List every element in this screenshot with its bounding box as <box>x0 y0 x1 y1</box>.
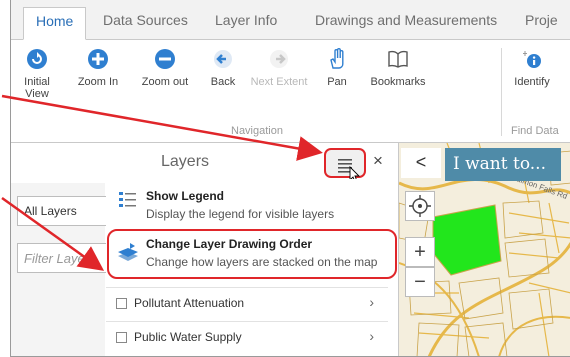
close-panel-button[interactable]: × <box>373 151 383 171</box>
zoom-out-button[interactable]: Zoom out <box>135 48 195 88</box>
bookmarks-button[interactable]: Bookmarks <box>367 48 429 88</box>
panel-title: Layers <box>161 153 210 170</box>
show-legend-menu-item[interactable]: Show Legend Display the legend for visib… <box>106 185 388 233</box>
ribbon-tab-bar: Home Data Sources Layer Info Drawings an… <box>11 0 570 40</box>
book-icon <box>388 50 408 68</box>
legend-icon <box>119 192 136 207</box>
zoom-out-label: Zoom out <box>141 76 189 88</box>
hand-icon <box>330 48 344 69</box>
tab-data-sources[interactable]: Data Sources <box>103 7 188 40</box>
layer-checkbox[interactable] <box>116 298 127 309</box>
app-window: Home Data Sources Layer Info Drawings an… <box>10 0 570 357</box>
i-want-to-button[interactable]: I want to... <box>445 148 561 181</box>
back-label: Back <box>210 76 236 88</box>
arrow-left-icon <box>214 50 232 68</box>
next-extent-button[interactable]: Next Extent <box>247 48 311 88</box>
tab-home[interactable]: Home <box>23 7 87 40</box>
plus-circle-icon <box>88 49 108 69</box>
navigation-group-label: Navigation <box>231 125 283 137</box>
info-icon <box>523 51 541 68</box>
show-legend-description: Display the legend for visible layers <box>146 207 335 221</box>
layer-label: Public Water Supply <box>134 330 242 344</box>
crosshair-icon <box>409 195 431 217</box>
filter-layers-input[interactable]: Filter Layers <box>17 243 113 273</box>
chevron-right-icon[interactable]: › <box>369 328 374 344</box>
map-zoom-out-button[interactable]: − <box>405 267 435 297</box>
layer-filter-column: All Layers Filter Layers <box>11 183 113 356</box>
zoom-in-label: Zoom In <box>77 76 119 88</box>
minus-circle-icon <box>155 49 175 69</box>
ribbon: Initial View Zoom In Zoom out Back Next … <box>11 40 570 143</box>
find-data-group-label: Find Data <box>511 125 559 137</box>
show-legend-title: Show Legend <box>146 189 224 203</box>
identify-button[interactable]: Identify <box>507 48 557 88</box>
zoom-in-button[interactable]: Zoom In <box>73 48 123 88</box>
chevron-right-icon[interactable]: › <box>369 294 374 310</box>
collapse-panel-button[interactable]: < <box>401 148 441 178</box>
layer-checkbox[interactable] <box>116 332 127 343</box>
map-zoom-in-button[interactable]: + <box>405 237 435 267</box>
tab-drawings-and-measurements[interactable]: Drawings and Measurements <box>315 7 497 40</box>
group-divider <box>501 48 502 136</box>
initial-view-button[interactable]: Initial View <box>11 48 63 100</box>
refresh-icon <box>27 49 47 69</box>
next-extent-label: Next Extent <box>250 76 308 88</box>
locate-button[interactable] <box>405 191 435 221</box>
layer-row[interactable]: Pollutant Attenuation › <box>106 287 388 317</box>
back-button[interactable]: Back <box>203 48 243 88</box>
map-view[interactable]: Salmon Falls Rd < I want to... + − <box>399 143 570 356</box>
tab-layer-info[interactable]: Layer Info <box>215 7 277 40</box>
layer-actions-menu-button[interactable] <box>324 148 366 183</box>
pan-button[interactable]: Pan <box>317 48 357 88</box>
hamburger-icon <box>338 159 361 183</box>
tab-projects[interactable]: Proje <box>525 7 558 40</box>
identify-label: Identify <box>514 76 550 88</box>
layer-label: Pollutant Attenuation <box>134 296 245 310</box>
bookmarks-label: Bookmarks <box>370 76 426 88</box>
initial-view-label: Initial View <box>24 76 50 100</box>
arrow-right-icon <box>270 50 288 68</box>
layer-scope-select[interactable]: All Layers <box>17 196 113 226</box>
pan-label: Pan <box>327 76 347 88</box>
change-drawing-order-highlight <box>107 229 397 279</box>
layer-row[interactable]: Public Water Supply › <box>106 321 388 351</box>
